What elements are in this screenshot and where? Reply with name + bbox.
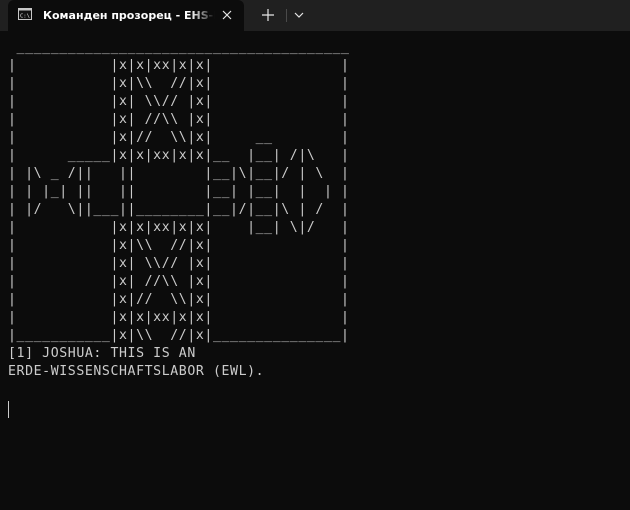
close-icon[interactable] <box>220 8 234 22</box>
terminal-window: C:\ Команден прозорец - EHS-Fi _________… <box>0 0 630 510</box>
chevron-down-icon[interactable] <box>289 5 309 25</box>
plus-icon[interactable] <box>257 5 279 25</box>
text-cursor <box>8 401 9 418</box>
title-bar: C:\ Команден прозорец - EHS-Fi <box>0 0 630 31</box>
tab-title: Команден прозорец - EHS-Fi <box>43 9 215 22</box>
svg-text:C:\: C:\ <box>20 13 30 19</box>
tab-command-prompt[interactable]: C:\ Команден прозорец - EHS-Fi <box>8 0 244 31</box>
console-output: _______________________________________ … <box>8 40 350 379</box>
console-area[interactable]: _______________________________________ … <box>0 31 630 510</box>
tab-divider <box>286 9 287 22</box>
command-prompt-icon: C:\ <box>18 8 32 20</box>
